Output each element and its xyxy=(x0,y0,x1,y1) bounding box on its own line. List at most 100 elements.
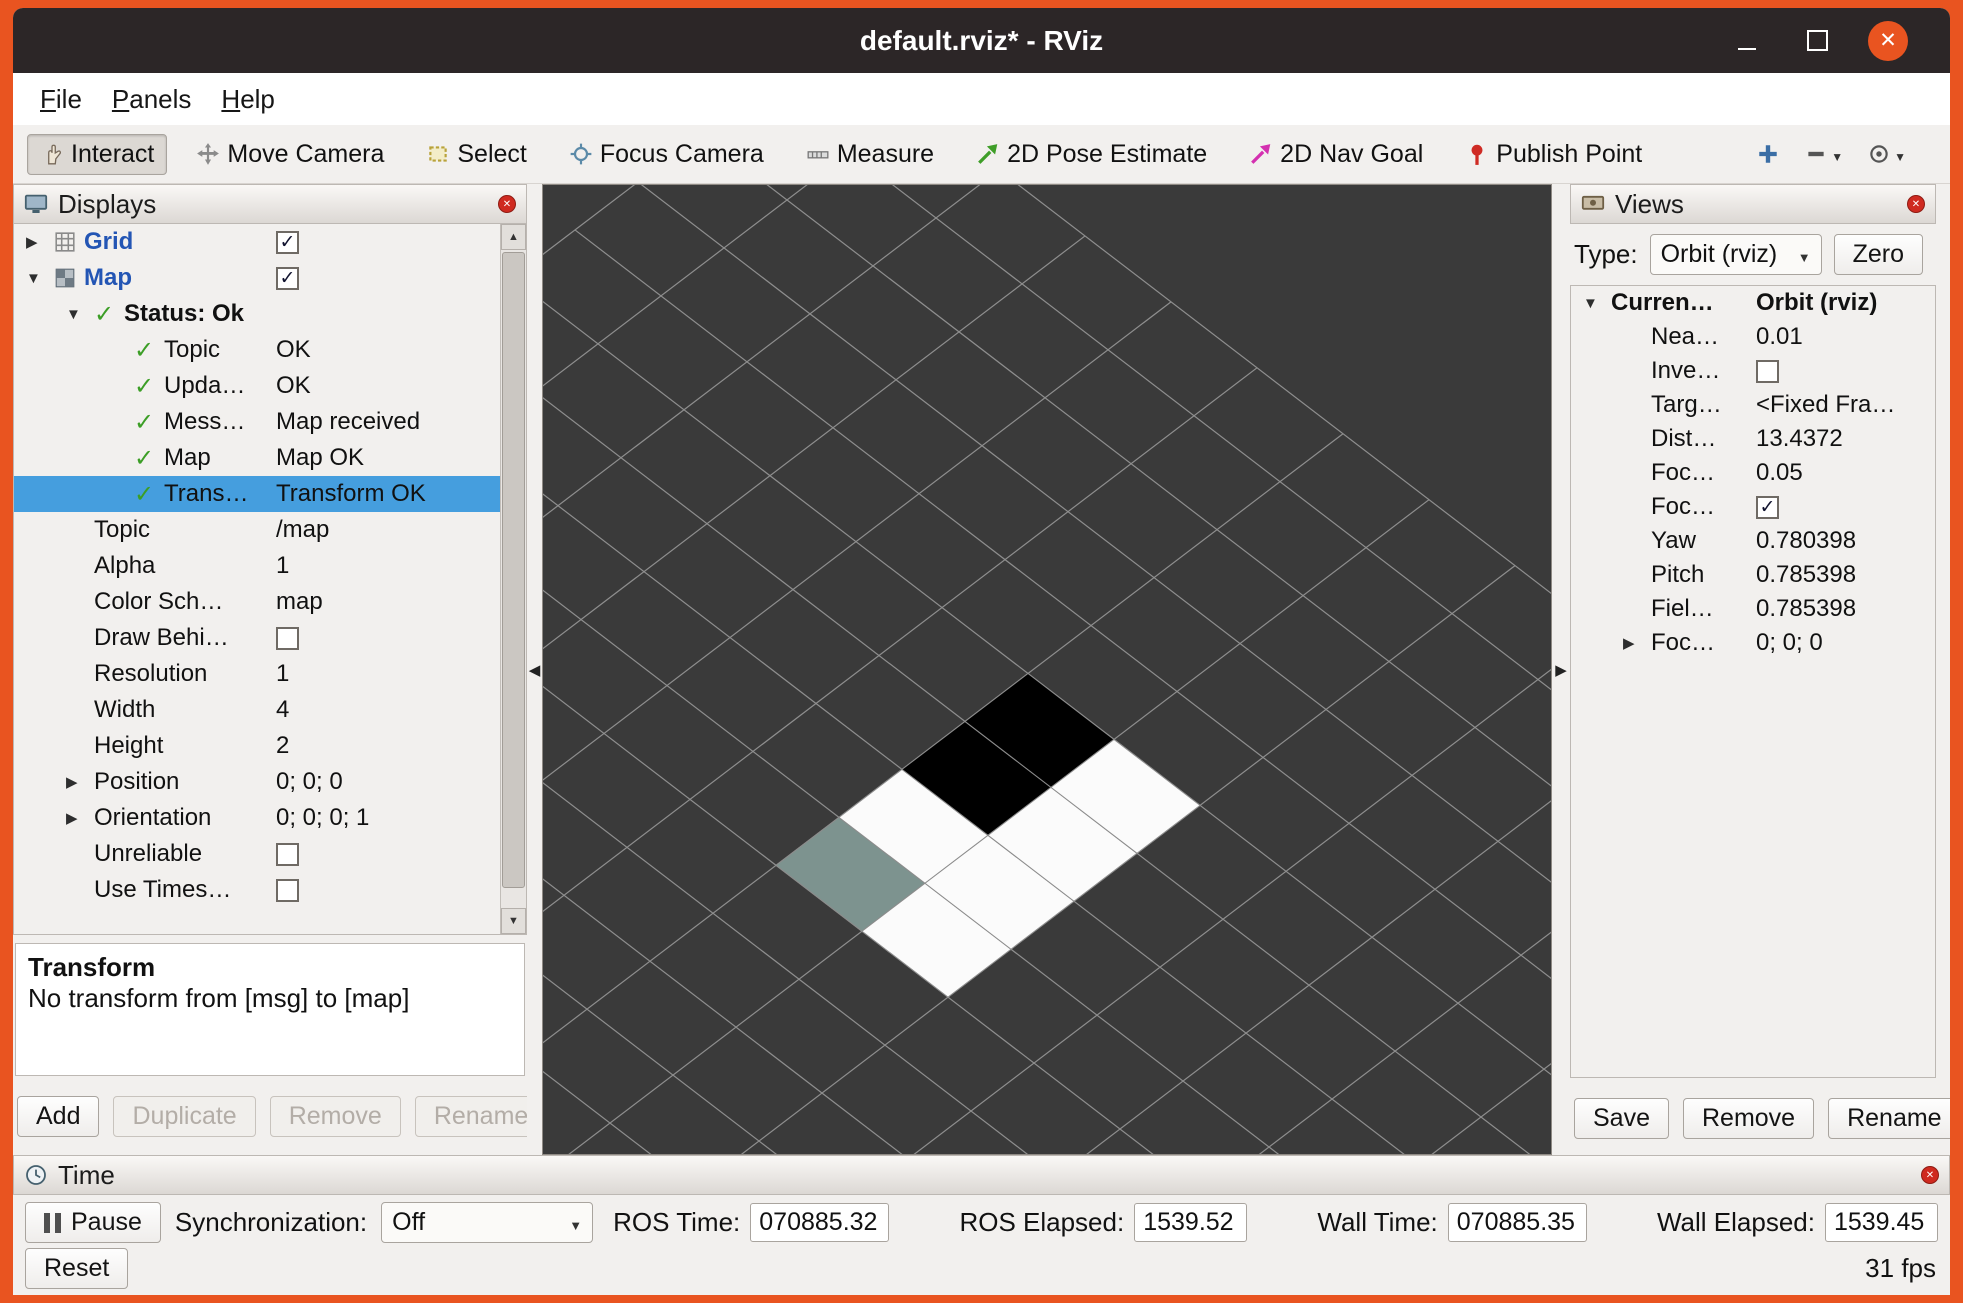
tree-row-grid[interactable]: Grid xyxy=(14,224,500,260)
property-value[interactable]: <Fixed Fra… xyxy=(1756,391,1895,419)
views-close-icon[interactable] xyxy=(1907,195,1925,213)
expander-closed-icon[interactable] xyxy=(66,809,94,827)
collapse-left-icon[interactable] xyxy=(529,661,541,679)
property-value[interactable]: OK xyxy=(276,372,311,400)
pause-button[interactable]: Pause xyxy=(25,1202,161,1243)
property-value[interactable]: 0; 0; 0 xyxy=(276,768,343,796)
checkbox-unchecked[interactable] xyxy=(276,627,299,650)
tree-row-yaw[interactable]: Yaw0.780398 xyxy=(1571,524,1935,558)
expander-closed-icon[interactable] xyxy=(66,773,94,791)
tree-row-nea[interactable]: Nea…0.01 xyxy=(1571,320,1935,354)
property-value[interactable]: 0.785398 xyxy=(1756,595,1856,623)
reset-button[interactable]: Reset xyxy=(25,1248,128,1289)
tool-move-camera[interactable]: Move Camera xyxy=(183,134,397,175)
time-field-value[interactable]: 070885.35 xyxy=(1448,1203,1587,1242)
tree-row-resolution[interactable]: Resolution1 xyxy=(14,656,500,692)
expander-open-icon[interactable] xyxy=(66,306,94,323)
tool-publish-point[interactable]: Publish Point xyxy=(1452,134,1655,175)
time-field-value[interactable]: 1539.52 xyxy=(1134,1203,1247,1242)
property-value[interactable]: 0.785398 xyxy=(1756,561,1856,589)
add-tool-plus-button[interactable] xyxy=(1756,142,1780,166)
time-field-value[interactable]: 1539.45 xyxy=(1825,1203,1938,1242)
tree-row-map[interactable]: Map xyxy=(14,260,500,296)
tree-row-foc[interactable]: Foc…0.05 xyxy=(1571,456,1935,490)
remove-button[interactable]: Remove xyxy=(1683,1098,1814,1139)
displays-panel-header[interactable]: Displays xyxy=(13,184,527,224)
menu-help[interactable]: Help xyxy=(206,78,289,121)
displays-scrollbar[interactable] xyxy=(500,224,526,934)
menu-panels[interactable]: Panels xyxy=(97,78,207,121)
tool-select[interactable]: Select xyxy=(413,134,539,175)
menu-file[interactable]: File xyxy=(25,78,97,121)
left-splitter[interactable] xyxy=(527,184,542,1155)
view-type-select[interactable]: Orbit (rviz) xyxy=(1650,234,1822,275)
scroll-down-icon[interactable] xyxy=(501,908,526,934)
time-close-icon[interactable] xyxy=(1921,1166,1939,1184)
property-value[interactable]: 2 xyxy=(276,732,289,760)
checkbox-checked[interactable] xyxy=(1756,496,1779,519)
tree-row-pitch[interactable]: Pitch0.785398 xyxy=(1571,558,1935,592)
tree-row-mess[interactable]: Mess…Map received xyxy=(14,404,500,440)
property-value[interactable]: 0.01 xyxy=(1756,323,1803,351)
scroll-up-icon[interactable] xyxy=(501,224,526,250)
property-value[interactable]: 0; 0; 0 xyxy=(1756,629,1823,657)
property-value[interactable]: 1 xyxy=(276,552,289,580)
tree-row-foc[interactable]: Foc… xyxy=(1571,490,1935,524)
add-button[interactable]: Add xyxy=(17,1096,99,1137)
tree-row-topic[interactable]: TopicOK xyxy=(14,332,500,368)
tree-row-status-ok[interactable]: Status: Ok xyxy=(14,296,500,332)
tree-row-width[interactable]: Width4 xyxy=(14,692,500,728)
expander-closed-icon[interactable] xyxy=(26,233,54,251)
tree-row-draw-behi[interactable]: Draw Behi… xyxy=(14,620,500,656)
remove-tool-minus-button[interactable] xyxy=(1804,142,1843,166)
property-value[interactable]: Map received xyxy=(276,408,420,436)
property-value[interactable]: 1 xyxy=(276,660,289,688)
tool-measure[interactable]: Measure xyxy=(793,134,947,175)
tree-row-orientation[interactable]: Orientation0; 0; 0; 1 xyxy=(14,800,500,836)
property-value[interactable]: OK xyxy=(276,336,311,364)
tree-row-trans[interactable]: Trans…Transform OK xyxy=(14,476,500,512)
tool-focus-camera[interactable]: Focus Camera xyxy=(556,134,777,175)
tree-row-curren[interactable]: Curren…Orbit (rviz) xyxy=(1571,286,1935,320)
displays-close-icon[interactable] xyxy=(498,195,516,213)
views-panel-header[interactable]: Views xyxy=(1570,184,1936,224)
minimize-button[interactable] xyxy=(1729,23,1765,59)
property-value[interactable]: Orbit (rviz) xyxy=(1756,289,1877,317)
property-value[interactable]: 0.05 xyxy=(1756,459,1803,487)
3d-viewport[interactable] xyxy=(542,184,1552,1155)
property-value[interactable]: 0.780398 xyxy=(1756,527,1856,555)
time-panel-header[interactable]: Time xyxy=(13,1155,1950,1195)
save-button[interactable]: Save xyxy=(1574,1098,1669,1139)
checkbox-unchecked[interactable] xyxy=(1756,360,1779,383)
checkbox-checked[interactable] xyxy=(276,267,299,290)
expander-open-icon[interactable] xyxy=(1583,295,1611,312)
tree-row-alpha[interactable]: Alpha1 xyxy=(14,548,500,584)
tree-row-foc[interactable]: Foc…0; 0; 0 xyxy=(1571,626,1935,660)
tree-row-fiel[interactable]: Fiel…0.785398 xyxy=(1571,592,1935,626)
property-value[interactable]: /map xyxy=(276,516,329,544)
tree-row-inve[interactable]: Inve… xyxy=(1571,354,1935,388)
tree-row-map[interactable]: MapMap OK xyxy=(14,440,500,476)
tool-2d-nav-goal[interactable]: 2D Nav Goal xyxy=(1236,134,1436,175)
tool-properties-button[interactable] xyxy=(1867,142,1906,166)
property-value[interactable]: Map OK xyxy=(276,444,364,472)
zero-button[interactable]: Zero xyxy=(1834,234,1923,275)
time-field-value[interactable]: 070885.32 xyxy=(750,1203,889,1242)
sync-select[interactable]: Off xyxy=(381,1202,593,1243)
maximize-button[interactable] xyxy=(1799,23,1835,59)
property-value[interactable]: 4 xyxy=(276,696,289,724)
tree-row-dist[interactable]: Dist…13.4372 xyxy=(1571,422,1935,456)
tree-row-height[interactable]: Height2 xyxy=(14,728,500,764)
tree-row-color-sch[interactable]: Color Sch…map xyxy=(14,584,500,620)
property-value[interactable]: Transform OK xyxy=(276,480,426,508)
tree-row-unreliable[interactable]: Unreliable xyxy=(14,836,500,872)
titlebar[interactable]: default.rviz* - RViz xyxy=(13,8,1950,73)
tree-row-topic[interactable]: Topic/map xyxy=(14,512,500,548)
tree-row-targ[interactable]: Targ…<Fixed Fra… xyxy=(1571,388,1935,422)
checkbox-checked[interactable] xyxy=(276,231,299,254)
tree-row-position[interactable]: Position0; 0; 0 xyxy=(14,764,500,800)
tool-interact[interactable]: Interact xyxy=(27,134,167,175)
close-button[interactable] xyxy=(1868,21,1908,61)
expander-open-icon[interactable] xyxy=(26,270,54,287)
tree-row-upda[interactable]: Upda…OK xyxy=(14,368,500,404)
